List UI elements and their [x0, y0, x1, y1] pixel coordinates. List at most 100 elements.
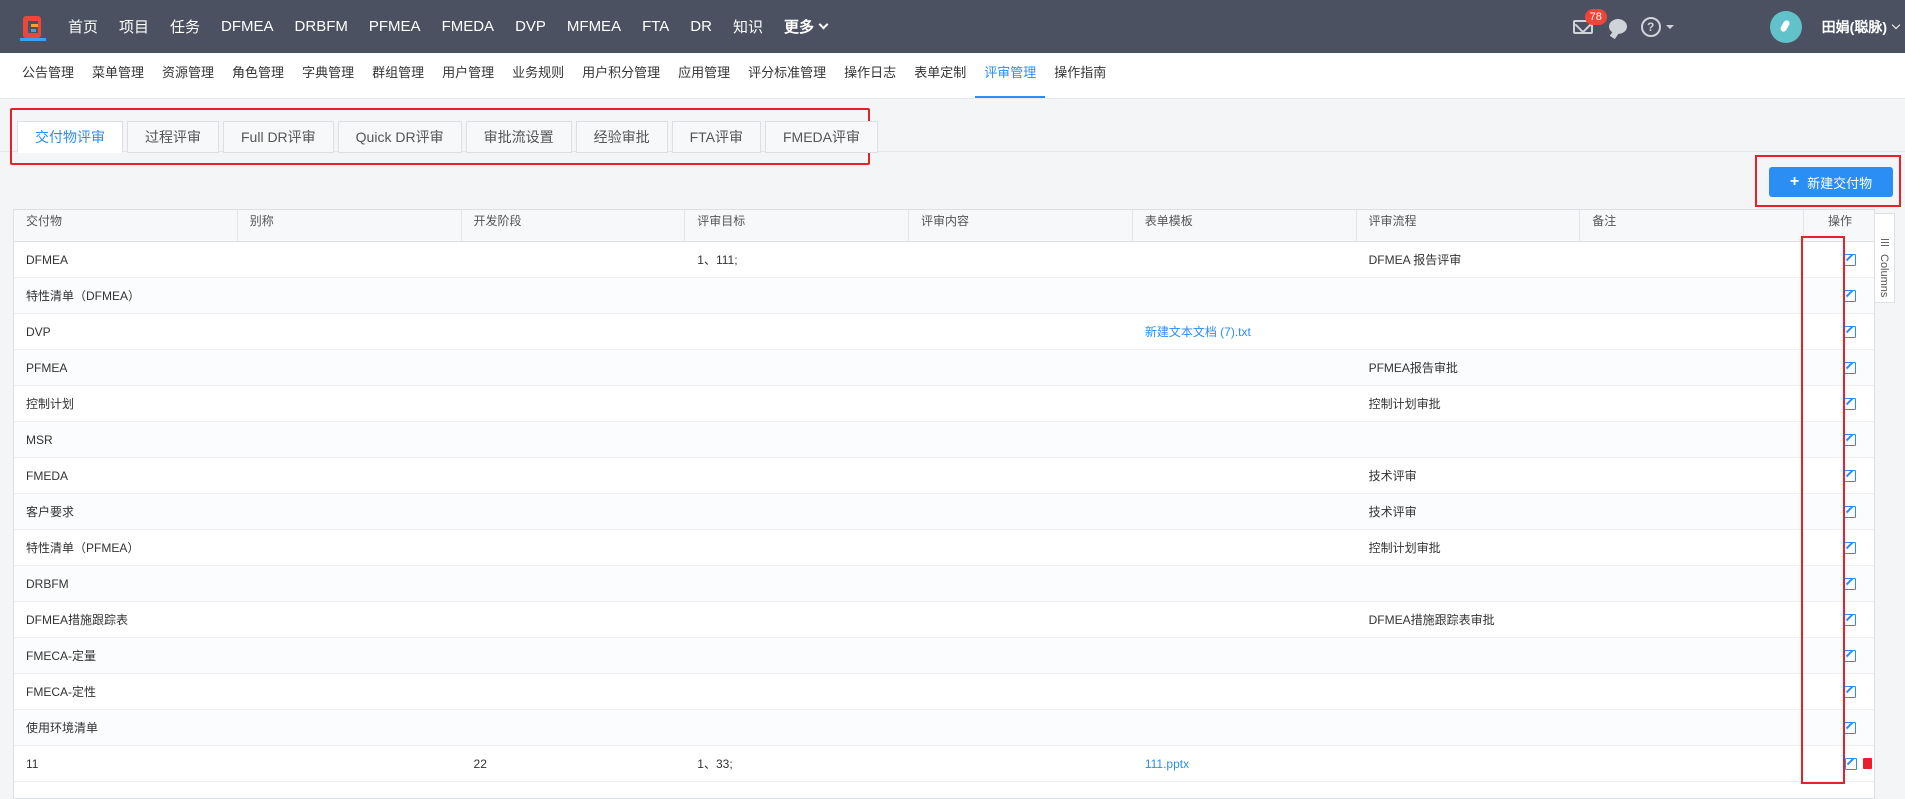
submenu-menu[interactable]: 菜单管理: [83, 52, 153, 98]
nav-item-project[interactable]: 项目: [119, 16, 149, 37]
submenu-announcement[interactable]: 公告管理: [13, 52, 83, 98]
nav-item-mfmea[interactable]: MFMEA: [567, 18, 621, 35]
header-review-goal[interactable]: 评审目标: [685, 210, 909, 241]
table-cell: FMECA-定量: [26, 649, 96, 663]
table-cell: FMEDA: [26, 468, 68, 483]
header-alias[interactable]: 别称: [238, 210, 462, 241]
submenu-application[interactable]: 应用管理: [669, 52, 739, 98]
nav-item-fta[interactable]: FTA: [642, 18, 669, 35]
edit-icon[interactable]: [1844, 505, 1857, 518]
table-cell: PFMEA报告审批: [1368, 361, 1458, 375]
nav-item-pfmea[interactable]: PFMEA: [369, 18, 421, 35]
review-tabs-area: 交付物评审 过程评审 Full DR评审 Quick DR评审 审批流设置 经验…: [0, 99, 1905, 165]
edit-icon[interactable]: [1844, 433, 1857, 446]
row-actions: [1804, 433, 1874, 446]
table-row: DVP 新建文本文档 (7).txt: [14, 314, 1874, 350]
nav-item-task[interactable]: 任务: [170, 16, 200, 37]
help-icon[interactable]: ?: [1640, 16, 1661, 37]
table-cell: DFMEA 报告评审: [1368, 253, 1462, 267]
submenu-operation-log[interactable]: 操作日志: [835, 52, 905, 98]
table-row: FMECA-定量: [14, 638, 1874, 674]
help-chevron-icon[interactable]: [1665, 24, 1674, 29]
row-actions: [1804, 757, 1874, 770]
edit-icon[interactable]: [1844, 721, 1857, 734]
edit-icon[interactable]: [1844, 397, 1857, 410]
submenu-scoring-standard[interactable]: 评分标准管理: [739, 52, 835, 98]
app-logo[interactable]: [20, 12, 50, 42]
table-cell: DRBFM: [26, 576, 69, 591]
table-row: FMECA-定性: [14, 674, 1874, 710]
submenu-business-rules[interactable]: 业务规则: [503, 52, 573, 98]
table-row: FMEDA 技术评审: [14, 458, 1874, 494]
submenu-dictionary[interactable]: 字典管理: [293, 52, 363, 98]
deliverable-table: 交付物 别称 开发阶段 评审目标 评审内容 表单模板 评审流程 备注 操作 DF…: [13, 209, 1875, 799]
nav-more-dropdown[interactable]: 更多: [784, 16, 829, 37]
edit-icon[interactable]: [1844, 649, 1857, 662]
edit-icon[interactable]: [1844, 613, 1857, 626]
table-cell[interactable]: 111.pptx: [1133, 757, 1357, 771]
nav-item-dfmea[interactable]: DFMEA: [221, 18, 274, 35]
edit-icon[interactable]: [1844, 361, 1857, 374]
top-right-tools: 78 ? 田娟(聪脉): [1572, 0, 1905, 53]
submenu-user-points[interactable]: 用户积分管理: [573, 52, 669, 98]
header-deliverable[interactable]: 交付物: [14, 210, 238, 241]
table-cell: 控制计划审批: [1368, 397, 1441, 411]
row-actions: [1804, 541, 1874, 554]
table-row: 客户要求 技术评审: [14, 494, 1874, 530]
header-dev-stage[interactable]: 开发阶段: [462, 210, 686, 241]
columns-toggle[interactable]: Columns: [1875, 213, 1895, 303]
header-form-template[interactable]: 表单模板: [1133, 210, 1357, 241]
tab-full-dr-review[interactable]: Full DR评审: [223, 120, 334, 153]
tab-quick-dr-review[interactable]: Quick DR评审: [337, 120, 462, 153]
submenu-operation-guide[interactable]: 操作指南: [1045, 52, 1115, 98]
table-row: 特性清单（PFMEA） 控制计划审批: [14, 530, 1874, 566]
edit-icon[interactable]: [1844, 541, 1857, 554]
table-cell: 11: [26, 756, 39, 771]
table-row: MSR: [14, 422, 1874, 458]
table-row: 使用环境清单: [14, 710, 1874, 746]
nav-item-fmeda[interactable]: FMEDA: [442, 18, 495, 35]
edit-icon[interactable]: [1845, 757, 1858, 770]
nav-item-knowledge[interactable]: 知识: [733, 16, 763, 37]
row-actions: [1804, 505, 1874, 518]
nav-item-dvp[interactable]: DVP: [515, 18, 546, 35]
edit-icon[interactable]: [1844, 325, 1857, 338]
header-remark[interactable]: 备注: [1580, 210, 1804, 241]
new-deliverable-button[interactable]: + 新建交付物: [1769, 167, 1893, 197]
submenu-user[interactable]: 用户管理: [433, 52, 503, 98]
table-cell[interactable]: 新建文本文档 (7).txt: [1133, 323, 1357, 340]
row-actions: [1804, 577, 1874, 590]
nav-item-home[interactable]: 首页: [68, 16, 98, 37]
plus-icon: +: [1789, 173, 1800, 190]
submenu-group[interactable]: 群组管理: [363, 52, 433, 98]
header-review-flow[interactable]: 评审流程: [1357, 210, 1581, 241]
mail-icon[interactable]: 78: [1572, 8, 1607, 34]
tab-deliverable-review[interactable]: 交付物评审: [17, 120, 123, 153]
user-chevron-icon[interactable]: [1891, 20, 1901, 29]
tab-fta-review[interactable]: FTA评审: [671, 120, 761, 153]
chat-icon[interactable]: [1608, 19, 1627, 34]
edit-icon[interactable]: [1844, 685, 1857, 698]
nav-item-dr[interactable]: DR: [690, 18, 712, 35]
tab-fmeda-review[interactable]: FMEDA评审: [764, 120, 878, 153]
table-cell: PFMEA: [26, 360, 68, 375]
avatar[interactable]: [1769, 10, 1802, 43]
table-cell: DFMEA措施跟踪表: [26, 613, 129, 627]
edit-icon[interactable]: [1844, 577, 1857, 590]
edit-icon[interactable]: [1844, 253, 1857, 266]
submenu-resource[interactable]: 资源管理: [153, 52, 223, 98]
submenu-role[interactable]: 角色管理: [223, 52, 293, 98]
tab-process-review[interactable]: 过程评审: [127, 120, 219, 153]
tab-approval-flow-settings[interactable]: 审批流设置: [465, 120, 572, 153]
tab-experience-approval[interactable]: 经验审批: [575, 120, 668, 153]
edit-icon[interactable]: [1844, 289, 1857, 302]
table-cell: 技术评审: [1368, 505, 1417, 519]
submenu-review-management[interactable]: 评审管理: [975, 52, 1046, 98]
edit-icon[interactable]: [1844, 469, 1857, 482]
username[interactable]: 田娟(聪脉): [1822, 17, 1887, 37]
nav-item-drbfm[interactable]: DRBFM: [295, 18, 348, 35]
delete-icon[interactable]: [1863, 758, 1873, 769]
table-cell: 使用环境清单: [26, 721, 99, 735]
submenu-form-custom[interactable]: 表单定制: [905, 52, 975, 98]
header-review-content[interactable]: 评审内容: [909, 210, 1133, 241]
